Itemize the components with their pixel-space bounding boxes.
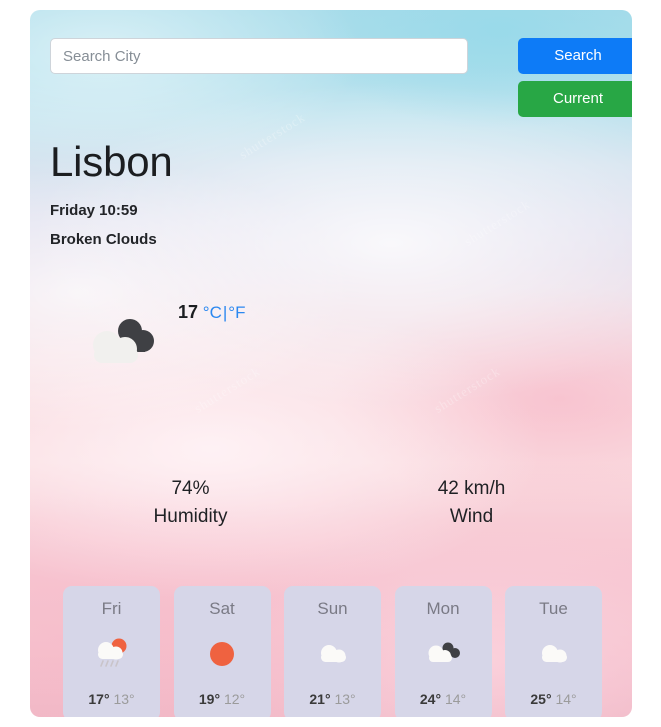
forecast-day-label: Fri — [101, 599, 122, 618]
forecast-low: 12° — [223, 691, 246, 707]
forecast-card-sat[interactable]: Sat 19° 12° — [173, 586, 271, 717]
forecast-temps: 19° 12° — [174, 691, 271, 707]
forecast-card-fri[interactable]: Fri 17° 13° — [63, 586, 160, 717]
celsius-unit-link[interactable]: °C — [203, 303, 222, 322]
forecast-temps: 21° 13° — [284, 691, 381, 707]
humidity-metric: 74% Humidity — [50, 475, 331, 530]
forecast-high: 21° — [309, 691, 331, 707]
fahrenheit-unit-link[interactable]: °F — [228, 303, 245, 322]
metrics-row: 74% Humidity 42 km/h Wind — [50, 475, 612, 530]
forecast-row: Fri 17° 13° Sat 19° 12° Sun 21° 13° Mon … — [63, 586, 602, 717]
forecast-day-label: Sun — [317, 599, 348, 618]
watermark-text: shutterstock — [431, 363, 503, 416]
forecast-high: 17° — [88, 691, 110, 707]
forecast-low: 14° — [444, 691, 467, 707]
city-info-block: Lisbon Friday 10:59 Broken Clouds — [50, 138, 173, 247]
humidity-value: 74% — [171, 478, 210, 499]
wind-label: Wind — [449, 505, 494, 527]
city-name: Lisbon — [50, 138, 173, 185]
sun-icon — [174, 634, 271, 674]
cloud-icon — [284, 634, 381, 674]
watermark-text: shutterstock — [461, 196, 533, 249]
forecast-day-label: Tue — [539, 599, 568, 618]
forecast-card-sun[interactable]: Sun 21° 13° — [284, 586, 381, 717]
wind-metric: 42 km/h Wind — [331, 475, 612, 530]
forecast-low: 14° — [555, 691, 577, 707]
current-temperature-line: 17 °C|°F — [178, 302, 245, 323]
current-weather-row: 17 °C|°F — [50, 290, 350, 390]
forecast-high: 24° — [419, 691, 442, 707]
forecast-temps: 17° 13° — [63, 691, 160, 707]
humidity-label: Humidity — [153, 505, 228, 527]
wind-value: 42 km/h — [437, 478, 506, 499]
forecast-temps: 24° 14° — [395, 691, 492, 707]
search-bar: Search Current — [50, 29, 632, 119]
forecast-day-label: Mon — [426, 599, 460, 618]
forecast-temps: 25° 14° — [505, 691, 602, 707]
weather-condition-text: Broken Clouds — [50, 231, 157, 249]
current-location-button[interactable]: Current — [518, 81, 632, 117]
forecast-card-mon[interactable]: Mon 24° 14° — [394, 586, 492, 717]
forecast-low: 13° — [334, 691, 356, 707]
current-temperature-value: 17 — [178, 302, 199, 322]
cloud-icon — [505, 634, 602, 674]
sun-rain-cloud-icon — [63, 634, 160, 674]
broken-clouds-icon — [85, 315, 161, 380]
weather-card-container: shutterstock shutterstock shutterstock s… — [30, 10, 632, 717]
forecast-card-tue[interactable]: Tue 25° 14° — [505, 586, 602, 717]
forecast-high: 19° — [198, 691, 221, 707]
broken-clouds-icon — [395, 634, 492, 674]
weather-app: shutterstock shutterstock shutterstock s… — [0, 0, 661, 727]
current-datetime: Friday 10:59 — [50, 202, 138, 220]
forecast-day-label: Sat — [209, 599, 235, 618]
forecast-high: 25° — [530, 691, 552, 707]
search-button[interactable]: Search — [518, 38, 632, 74]
forecast-low: 13° — [113, 691, 135, 707]
search-input[interactable] — [50, 38, 468, 74]
